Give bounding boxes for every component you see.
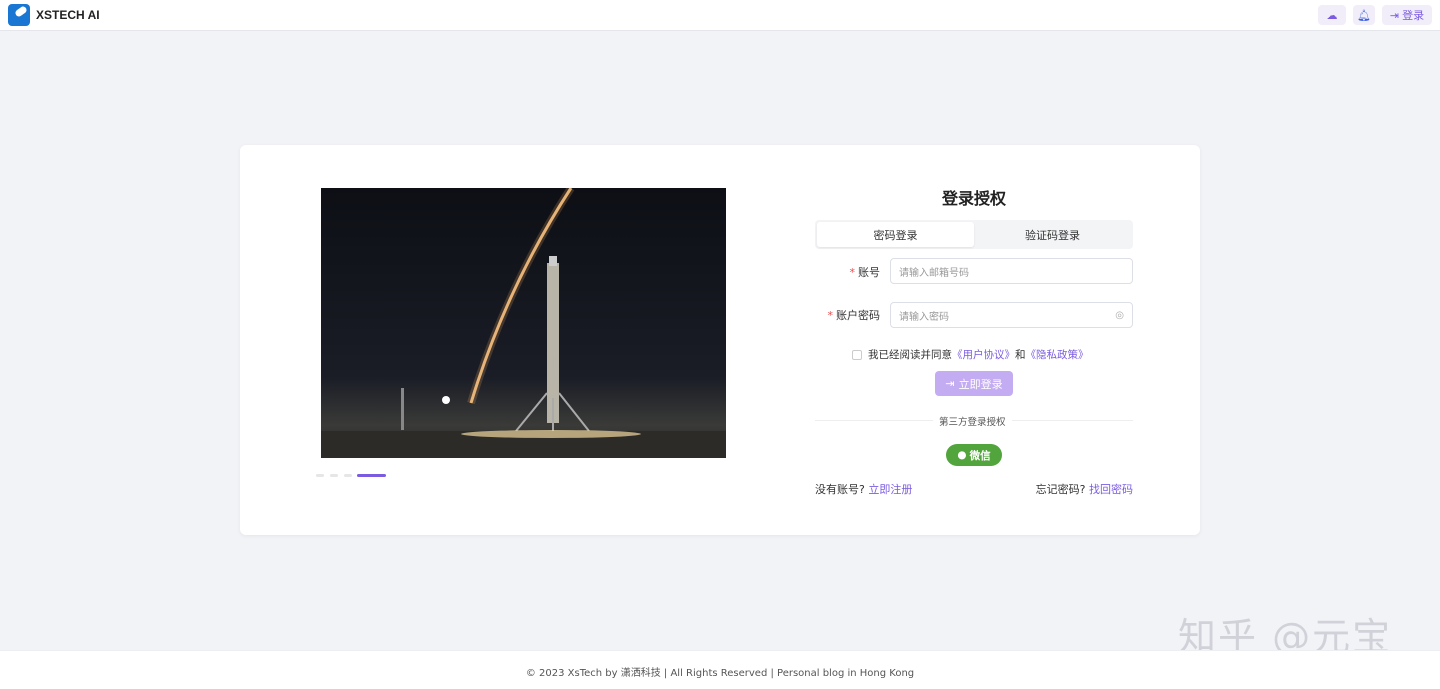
brand-name: XSTECH AI — [36, 8, 100, 22]
wechat-button[interactable]: ☁ — [1318, 5, 1346, 25]
eye-off-icon[interactable]: ◎ — [1115, 310, 1124, 321]
carousel-dot[interactable] — [316, 474, 324, 477]
account-label: * 账号 — [849, 266, 881, 279]
recover-password-link[interactable]: 找回密码 — [1089, 483, 1133, 496]
header-login-button[interactable]: ⇥ 登录 — [1382, 5, 1432, 25]
carousel-dot[interactable] — [344, 474, 352, 477]
footer: © 2023 XsTech by 潇洒科技 | All Rights Reser… — [0, 650, 1440, 689]
submit-login-button[interactable]: ⇥ 立即登录 — [935, 371, 1013, 396]
forgot-row: 忘记密码? 找回密码 — [1035, 483, 1133, 496]
bell-icon: 🔔︎ — [1357, 8, 1371, 22]
wechat-login-button[interactable]: ● 微信 — [946, 444, 1002, 466]
tab-code-login[interactable]: 验证码登录 — [974, 222, 1131, 247]
login-card: 登录授权 密码登录 验证码登录 * 账号 请输入邮箱号码 * 账户密码 请输入密码 ◎… — [240, 145, 1200, 535]
register-link[interactable]: 立即注册 — [868, 483, 912, 496]
login-icon: ⇥ — [945, 377, 955, 390]
login-icon: ⇥ — [1389, 8, 1400, 22]
form-title: 登录授权 — [941, 189, 1006, 208]
top-bar: XSTECH AI ☁ 🔔︎ ⇥ 登录 — [0, 0, 1440, 31]
carousel-image — [321, 188, 726, 458]
user-agreement-link[interactable]: 《用户协议》 — [952, 347, 1015, 362]
logo-icon — [8, 4, 30, 26]
tab-password-login[interactable]: 密码登录 — [817, 222, 974, 247]
third-party-label: 第三方登录授权 — [933, 414, 1012, 428]
wechat-icon: ☁ — [1326, 8, 1338, 22]
agree-checkbox[interactable] — [852, 349, 862, 360]
password-input[interactable]: 请输入密码 ◎ — [890, 302, 1133, 328]
carousel-dot[interactable] — [330, 474, 338, 477]
carousel-dot-active[interactable] — [357, 474, 386, 477]
notification-button[interactable]: 🔔︎ — [1353, 5, 1375, 25]
login-tabs: 密码登录 验证码登录 — [815, 220, 1133, 249]
footer-text: © 2023 XsTech by 潇洒科技 | All Rights Reser… — [525, 668, 915, 679]
register-row: 没有账号? 立即注册 — [815, 483, 913, 496]
privacy-policy-link[interactable]: 《隐私政策》 — [1026, 347, 1089, 362]
password-label: * 账户密码 — [827, 309, 881, 322]
wechat-icon: ● — [957, 449, 967, 461]
agreement-row: 我已经阅读并同意 《用户协议》 和 《隐私政策》 — [852, 347, 1089, 362]
account-input[interactable]: 请输入邮箱号码 — [890, 258, 1133, 284]
